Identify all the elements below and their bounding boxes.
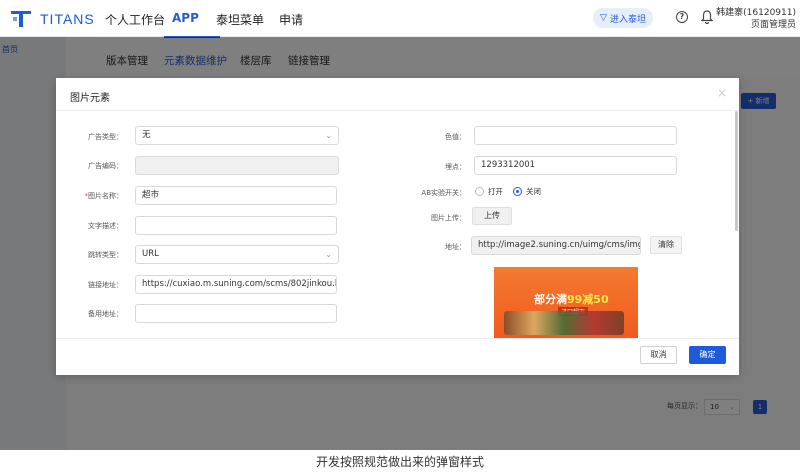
tracking-field[interactable]: 1293312001 <box>474 156 677 175</box>
backup-url-label: 备用地址： <box>88 310 123 318</box>
dialog-title: 图片元素 <box>70 93 110 104</box>
ad-text-highlight: 99减50 <box>567 293 609 306</box>
ad-main-text: 部分满99减50 <box>534 291 609 307</box>
scrollbar[interactable] <box>735 111 738 231</box>
user-role: 页面管理员 <box>750 20 796 30</box>
image-element-dialog: 图片元素 × 广告类型： 无 ⌄ 广告编码： *图片名称： 超市 文字描述： 跳… <box>56 78 739 375</box>
tracking-label: 埋点： <box>445 163 466 171</box>
text-desc-field[interactable] <box>135 216 337 235</box>
nav-titan-menu[interactable]: 泰坦菜单 <box>216 11 264 28</box>
titans-logo[interactable]: TITANS <box>10 9 95 29</box>
address-label: 地址： <box>445 243 466 251</box>
image-name-label: *图片名称： <box>70 191 124 201</box>
text-desc-label: 文字描述： <box>88 222 123 230</box>
jump-type-value: URL <box>142 249 159 259</box>
titans-logo-icon <box>11 11 31 27</box>
ad-preview-image: 部分满99减50 进口超市 <box>494 267 638 338</box>
ab-off-label[interactable]: 关闭 <box>526 186 541 197</box>
ab-switch-group: 打开 关闭 <box>475 186 551 197</box>
color-label: 色值： <box>445 133 466 141</box>
help-icon[interactable]: ? <box>676 11 688 23</box>
enter-titan-label: 进入泰坦 <box>609 14 646 25</box>
image-name-field[interactable]: 超市 <box>135 186 337 205</box>
link-url-field[interactable]: https://cuxiao.m.suning.com/scms/802jink… <box>135 275 337 294</box>
address-field[interactable]: http://image2.suning.cn/uimg/cms/img/1 <box>471 236 641 255</box>
ad-code-label: 广告编码： <box>88 162 123 170</box>
ad-products-graphic <box>504 311 624 335</box>
ad-code-field[interactable] <box>135 156 339 175</box>
logo-text: TITANS <box>40 11 95 27</box>
close-icon[interactable]: × <box>717 86 727 100</box>
nav-workbench[interactable]: 个人工作台 <box>105 11 165 28</box>
color-field[interactable] <box>474 126 677 145</box>
ad-text-prefix: 部分满 <box>534 293 567 306</box>
ad-type-select[interactable]: 无 ⌄ <box>135 126 339 145</box>
chevron-down-icon: ⌄ <box>325 250 332 259</box>
bell-icon[interactable] <box>701 10 713 24</box>
jump-type-label: 跳转类型： <box>88 251 123 259</box>
backup-url-field[interactable] <box>135 304 337 323</box>
ab-on-label[interactable]: 打开 <box>488 186 503 197</box>
cancel-button[interactable]: 取消 <box>640 346 677 364</box>
top-nav-bar: TITANS 个人工作台 APP 泰坦菜单 申请 ▽ 进入泰坦 ? 韩建寨(16… <box>0 0 800 37</box>
user-menu[interactable]: 韩建寨(16120911) 页面管理员 <box>716 7 796 31</box>
enter-titan-button[interactable]: ▽ 进入泰坦 <box>593 8 653 28</box>
image-name-label-text: 图片名称： <box>88 192 123 200</box>
funnel-icon: ▽ <box>600 13 607 23</box>
confirm-button[interactable]: 确定 <box>689 346 726 364</box>
ab-off-radio[interactable] <box>513 187 522 196</box>
image-upload-label: 图片上传： <box>431 214 466 222</box>
link-url-label: 链接地址： <box>88 281 123 289</box>
ad-type-value: 无 <box>142 130 151 140</box>
divider <box>56 110 739 111</box>
nav-apply[interactable]: 申请 <box>279 11 303 28</box>
ab-switch-label: AB实验开关： <box>421 189 466 197</box>
divider <box>56 338 739 339</box>
chevron-down-icon: ⌄ <box>325 131 332 140</box>
ad-type-label: 广告类型： <box>88 133 123 141</box>
clear-button[interactable]: 清除 <box>650 236 682 254</box>
user-name: 韩建寨(16120911) <box>716 8 796 18</box>
jump-type-select[interactable]: URL ⌄ <box>135 245 339 264</box>
ab-on-radio[interactable] <box>475 187 484 196</box>
caption: 开发按照规范做出来的弹窗样式 <box>0 450 800 475</box>
nav-app[interactable]: APP <box>172 11 199 25</box>
upload-button[interactable]: 上传 <box>472 207 512 225</box>
